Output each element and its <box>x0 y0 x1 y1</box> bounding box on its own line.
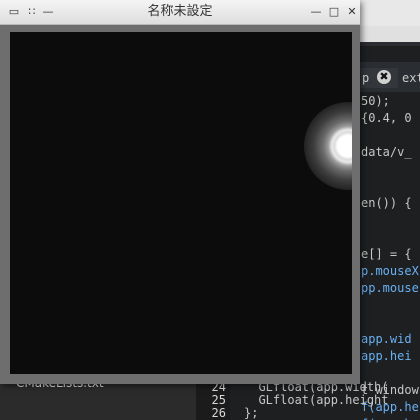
window-menu-icon[interactable]: ▭ <box>6 4 22 20</box>
code-line: p.mouseX <box>361 264 419 278</box>
window-titlebar[interactable]: 名称未設定 ▭ ∷ — — □ ✕ <box>0 0 360 25</box>
code-line: data/v_ <box>361 145 412 159</box>
line-number: 26 <box>211 406 226 420</box>
editor-toolbar-strip <box>360 26 420 42</box>
code-line: en()) { <box>361 196 412 210</box>
editor-tab-inactive[interactable]: ext <box>402 68 420 88</box>
minimize-icon[interactable]: — <box>308 4 324 20</box>
code-line: }; <box>244 406 259 420</box>
editor-tab-label: ext <box>402 71 420 85</box>
code-line: app.wid <box>361 332 412 346</box>
code-line: 50); <box>361 94 390 108</box>
maximize-icon[interactable]: □ <box>326 4 342 20</box>
close-icon[interactable]: ✕ <box>344 4 360 20</box>
code-line: f(app.he <box>361 416 420 420</box>
grip-dots-icon: ∷ <box>28 5 36 18</box>
code-line: GLfloat(app.height <box>244 393 389 407</box>
minimize-icon-left[interactable]: — <box>40 4 56 20</box>
code-line: {0.4, 0 <box>361 111 412 125</box>
code-line: e[] = { <box>361 247 412 261</box>
editor-divider <box>360 42 420 46</box>
code-line: app.hei <box>361 349 412 363</box>
code-line: pp.mouse <box>361 281 419 295</box>
gl-canvas[interactable] <box>10 32 352 374</box>
editor-tab-label: p <box>362 71 370 85</box>
close-tab-icon[interactable]: ✖ <box>377 70 391 84</box>
app-window: 名称未設定 ▭ ∷ — — □ ✕ <box>0 0 360 384</box>
editor-toolbar <box>360 0 420 26</box>
point-light-glow <box>304 102 352 190</box>
